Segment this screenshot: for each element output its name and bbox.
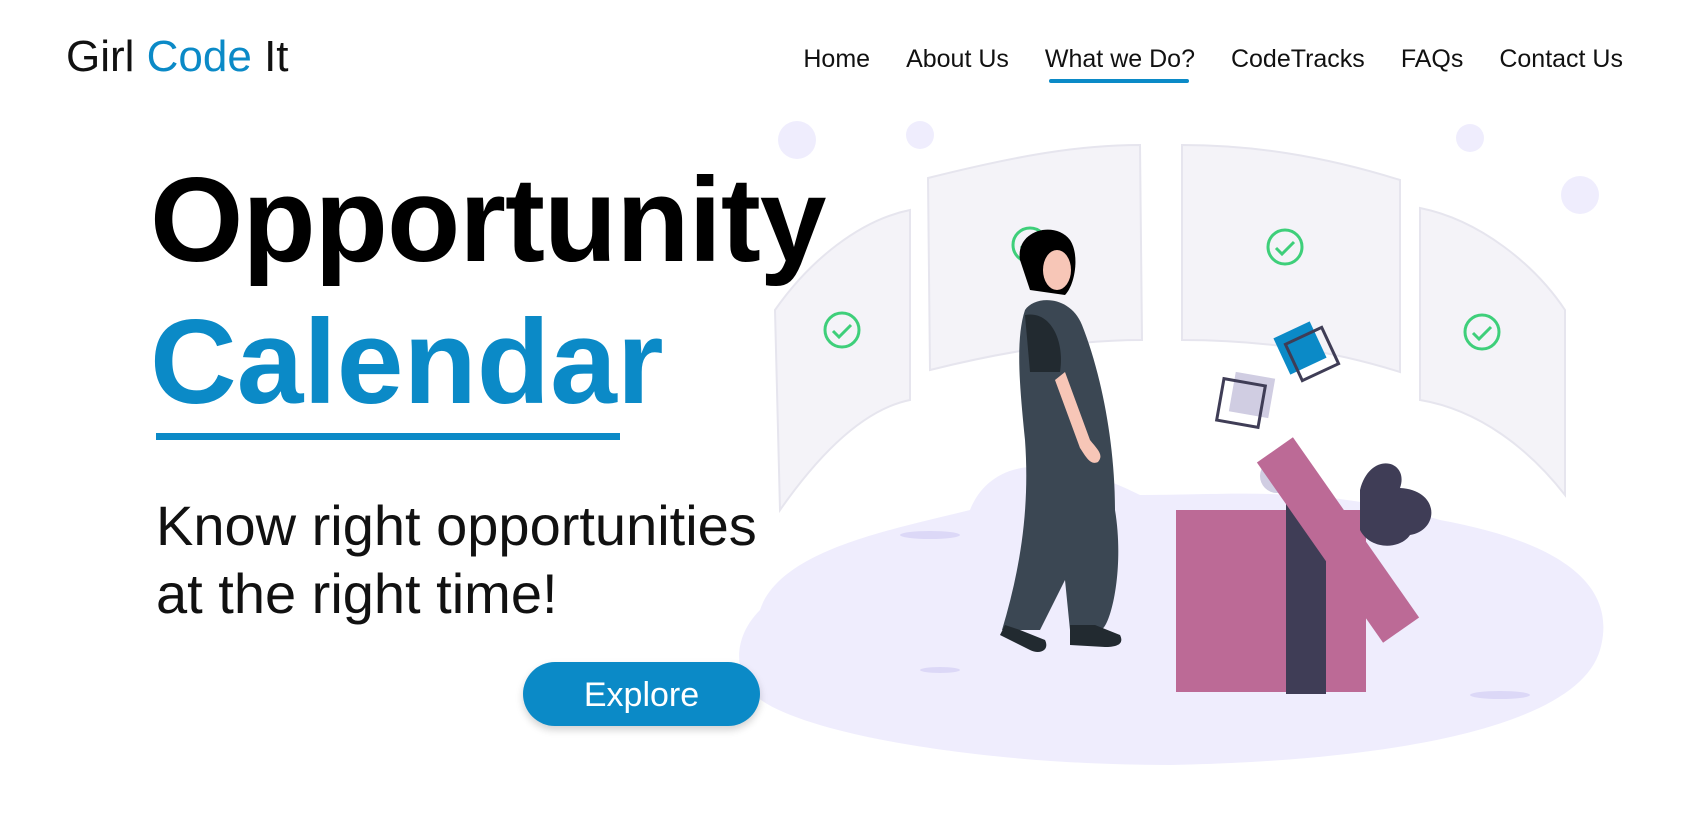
calendar-panel-right (1419, 206, 1566, 498)
title-underline (156, 433, 620, 440)
decor-circle (906, 121, 934, 149)
background-blob (739, 466, 1604, 765)
floating-square-icon (1228, 371, 1276, 419)
logo[interactable]: Girl Code It (66, 30, 289, 84)
logo-text-it: It (251, 32, 289, 81)
decor-circle (1456, 124, 1484, 152)
nav-item-faqs[interactable]: FAQs (1401, 42, 1464, 76)
nav-item-home[interactable]: Home (803, 42, 870, 76)
tagline-line-1: Know right opportunities (156, 494, 757, 557)
nav-item-what-we-do[interactable]: What we Do? (1045, 42, 1195, 83)
landing-page: Girl Code It Home About Us What we Do? C… (0, 0, 1689, 817)
nav-item-contact-us[interactable]: Contact Us (1499, 42, 1623, 76)
hero-illustration (739, 121, 1604, 765)
decor-circle (1561, 176, 1599, 214)
hero-tagline: Know right opportunities at the right ti… (156, 492, 757, 628)
nav-item-about-us[interactable]: About Us (906, 42, 1009, 76)
main-nav: Home About Us What we Do? CodeTracks FAQ… (767, 42, 1623, 83)
nav-item-codetracks[interactable]: CodeTracks (1231, 42, 1365, 76)
explore-button[interactable]: Explore (523, 662, 760, 726)
hero-title-opportunity: Opportunity (150, 153, 827, 287)
hero-title-calendar: Calendar (150, 295, 664, 429)
tagline-line-2: at the right time! (156, 562, 558, 625)
logo-text-girl: Girl (66, 32, 147, 81)
logo-text-code: Code (146, 32, 252, 81)
